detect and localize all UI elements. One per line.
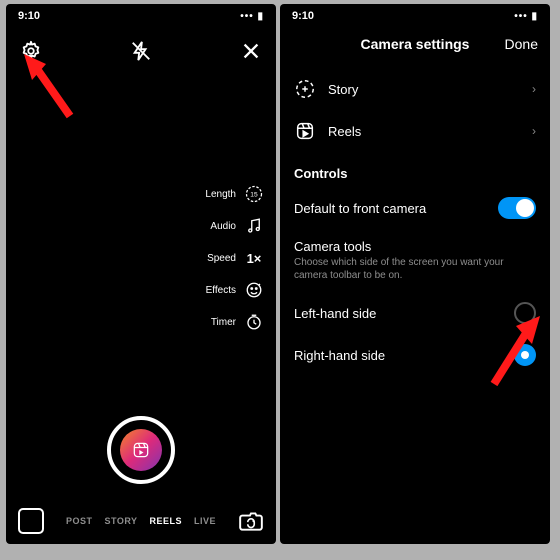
mode-reels[interactable]: REELS [150,516,183,526]
status-right-icons: ••• ▮ [240,11,264,22]
gallery-button[interactable] [18,508,44,534]
page-title: Camera settings [361,36,470,52]
timer-icon [244,312,264,332]
tool-timer-label: Timer [211,317,236,328]
tool-effects[interactable]: Effects [205,280,264,300]
tool-audio[interactable]: Audio [205,216,264,236]
status-time: 9:10 [292,10,314,22]
story-add-icon [294,78,316,100]
camera-tools-title: Camera tools [280,227,550,256]
mode-post[interactable]: POST [66,516,93,526]
speed-icon: 1× [244,248,264,268]
reels-icon [120,429,162,471]
effects-icon [244,280,264,300]
front-camera-toggle[interactable] [498,197,536,219]
row-reels[interactable]: Reels › [280,110,550,152]
right-side-label: Right-hand side [294,348,385,363]
mode-selector: POST STORY REELS LIVE [54,516,228,526]
status-right-icons: ••• ▮ [514,11,538,22]
tool-effects-label: Effects [206,285,236,296]
settings-gear-icon[interactable] [20,40,42,67]
row-reels-label: Reels [328,124,520,139]
row-front-camera: Default to front camera [280,189,550,227]
camera-tools-desc: Choose which side of the screen you want… [280,256,550,292]
row-left-side[interactable]: Left-hand side [280,292,550,334]
mode-live[interactable]: LIVE [194,516,216,526]
front-camera-label: Default to front camera [294,201,426,216]
done-button[interactable]: Done [505,36,538,52]
status-time: 9:10 [18,10,40,22]
camera-screen: 9:10 ••• ▮ [6,4,276,544]
camera-tools-column: Length 15 Audio Speed 1× [205,184,264,332]
tool-speed[interactable]: Speed 1× [205,248,264,268]
radio-selected-icon [514,344,536,366]
tool-length[interactable]: Length 15 [205,184,264,204]
chevron-right-icon: › [532,124,536,138]
left-side-label: Left-hand side [294,306,376,321]
camera-settings-screen: 9:10 ••• ▮ Camera settings Done Story › [280,4,550,544]
tool-audio-label: Audio [210,221,236,232]
chevron-right-icon: › [532,82,536,96]
svg-text:15: 15 [250,192,258,199]
status-bar: 9:10 ••• ▮ [280,4,550,26]
radio-unselected-icon [514,302,536,324]
tool-speed-label: Speed [207,253,236,264]
length-icon: 15 [244,184,264,204]
close-icon[interactable] [240,40,262,67]
audio-icon [244,216,264,236]
shutter-button[interactable] [107,416,175,484]
flash-icon[interactable] [130,40,152,67]
status-bar: 9:10 ••• ▮ [6,4,276,26]
reels-icon [294,120,316,142]
row-story[interactable]: Story › [280,68,550,110]
row-right-side[interactable]: Right-hand side [280,334,550,376]
tool-length-label: Length [205,189,236,200]
camera-switch-icon[interactable] [238,508,264,534]
mode-story[interactable]: STORY [104,516,137,526]
row-story-label: Story [328,82,520,97]
tool-timer[interactable]: Timer [205,312,264,332]
controls-heading: Controls [280,152,550,189]
